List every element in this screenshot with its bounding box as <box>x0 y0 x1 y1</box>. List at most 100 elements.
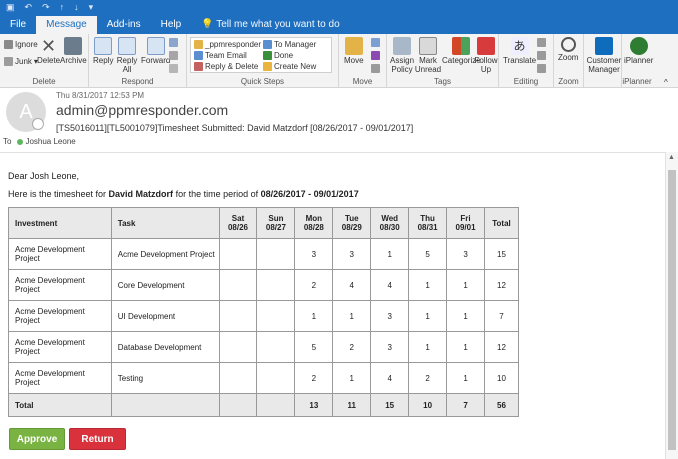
cell-task: Acme Development Project <box>110 238 220 270</box>
quick-step-create-new[interactable]: Create New <box>263 62 316 71</box>
select-icon[interactable] <box>537 64 546 73</box>
header-wed: Wed 08/30 <box>370 207 410 239</box>
iplanner-group-label: iPlanner <box>622 77 652 86</box>
cell-thu: 1 <box>408 269 448 301</box>
cell-sun <box>256 238 296 270</box>
cell-thu: 5 <box>408 238 448 270</box>
iplanner-button[interactable]: iPlanner <box>624 37 653 65</box>
undo-icon[interactable]: ↶ <box>25 2 33 13</box>
down-arrow-icon[interactable]: ↓ <box>74 2 79 12</box>
cell-total: 12 <box>484 269 519 301</box>
reply-all-button[interactable]: Reply All <box>117 37 137 74</box>
tab-file[interactable]: File <box>0 16 36 34</box>
title-bar: ▣ ↶ ↷ ↑ ↓ ▾ <box>0 0 678 14</box>
cell-task: Testing <box>110 362 220 394</box>
vertical-scrollbar[interactable]: ▲ <box>665 152 678 459</box>
cell-task: Core Development <box>110 269 220 301</box>
email-to-row: To Joshua Leone <box>3 137 76 146</box>
policy-icon <box>393 37 411 55</box>
junk-icon <box>4 57 13 66</box>
more-respond-icon[interactable] <box>169 64 178 73</box>
quick-step-ppmresponder[interactable]: _ppmresponder <box>194 40 261 49</box>
cell-mon: 1 <box>294 300 334 332</box>
archive-icon <box>64 37 83 55</box>
greeting: Dear Josh Leone, <box>8 171 80 181</box>
quick-access-dropdown-icon[interactable]: ▾ <box>89 2 94 13</box>
scroll-thumb[interactable] <box>668 170 676 450</box>
categorize-icon <box>452 37 471 55</box>
email-from[interactable]: admin@ppmresponder.com <box>56 102 228 118</box>
cell-sat <box>218 331 258 363</box>
cell-task: Database Development <box>110 331 220 363</box>
approve-button[interactable]: Approve <box>9 428 65 450</box>
quick-step-done[interactable]: Done <box>263 51 293 60</box>
return-button[interactable]: Return <box>69 428 126 450</box>
tab-add-ins[interactable]: Add-ins <box>97 16 151 34</box>
scroll-up-icon[interactable]: ▲ <box>668 154 675 161</box>
cell-tue: 1 <box>332 300 372 332</box>
tags-group: Assign Policy Mark Unread Categorize Fol… <box>387 34 499 88</box>
editing-group-label: Editing <box>513 77 539 86</box>
tab-help[interactable]: Help <box>151 16 192 34</box>
quick-step-reply-delete[interactable]: Reply & Delete <box>194 62 258 71</box>
header-total: Total <box>484 207 519 239</box>
quick-steps-label: Quick Steps <box>240 77 285 86</box>
archive-button[interactable]: Archive <box>60 37 87 65</box>
lightning-icon <box>263 62 272 71</box>
reply-all-icon <box>118 37 136 55</box>
im-icon[interactable] <box>169 51 178 60</box>
quick-step-to-manager[interactable]: To Manager <box>263 40 316 49</box>
move-button[interactable]: Move <box>344 37 364 65</box>
cell-fri: 1 <box>446 362 485 394</box>
collapse-ribbon-icon[interactable]: ^ <box>664 78 668 87</box>
header-investment: Investment <box>8 207 112 239</box>
team-email-icon <box>194 51 203 60</box>
ignore-button[interactable]: Ignore <box>4 40 38 49</box>
cell-mon: 5 <box>294 331 334 363</box>
reply-delete-icon <box>194 62 203 71</box>
translate-button[interactable]: あ Translate <box>503 37 536 65</box>
actions-icon[interactable] <box>371 64 380 73</box>
cell-fri: 1 <box>446 300 485 332</box>
redo-icon[interactable]: ↷ <box>42 2 50 13</box>
related-icon[interactable] <box>537 51 546 60</box>
delete-group-label: Delete <box>32 77 56 86</box>
delete-button[interactable]: ✕ Delete <box>37 37 60 65</box>
header-task: Task <box>110 207 220 239</box>
table-row: Acme Development Project UI Development … <box>8 300 519 332</box>
cell-total: 10 <box>484 362 519 394</box>
recipient-name[interactable]: Joshua Leone <box>25 137 75 146</box>
quick-step-team-email[interactable]: Team Email <box>194 51 247 60</box>
cell-investment: Acme Development Project <box>8 269 112 301</box>
avatar-initial: A <box>19 100 33 123</box>
total-thu: 10 <box>408 393 448 417</box>
forward-button[interactable]: Forward <box>141 37 170 65</box>
junk-button[interactable]: Junk ▾ <box>4 57 38 66</box>
header-fri: Fri 09/01 <box>446 207 485 239</box>
customer-manager-button[interactable]: Customer Manager <box>586 37 622 74</box>
assign-policy-button[interactable]: Assign Policy <box>390 37 414 74</box>
cell-thu: 1 <box>408 331 448 363</box>
zoom-button[interactable]: Zoom <box>558 37 578 62</box>
period-range: 08/26/2017 - 09/01/2017 <box>260 189 359 199</box>
rules-icon[interactable] <box>371 38 380 47</box>
cell-wed: 4 <box>370 269 410 301</box>
cell-sat <box>218 238 258 270</box>
find-icon[interactable] <box>537 38 546 47</box>
mark-unread-button[interactable]: Mark Unread <box>415 37 441 74</box>
translate-icon: あ <box>510 37 529 55</box>
onenote-icon[interactable] <box>371 51 380 60</box>
save-icon[interactable]: ▣ <box>6 2 15 13</box>
up-arrow-icon[interactable]: ↑ <box>60 2 65 12</box>
meeting-icon[interactable] <box>169 38 178 47</box>
total-tue: 11 <box>332 393 372 417</box>
tab-message[interactable]: Message <box>36 16 97 34</box>
reply-button[interactable]: Reply <box>93 37 113 65</box>
tags-group-label: Tags <box>434 77 451 86</box>
cell-sat <box>218 269 258 301</box>
cell-task: UI Development <box>110 300 220 332</box>
tell-me-box[interactable]: 💡 Tell me what you want to do <box>191 16 349 34</box>
editing-group: あ Translate Editing <box>499 34 554 88</box>
cell-sun <box>256 362 296 394</box>
follow-up-button[interactable]: Follow Up <box>474 37 498 74</box>
